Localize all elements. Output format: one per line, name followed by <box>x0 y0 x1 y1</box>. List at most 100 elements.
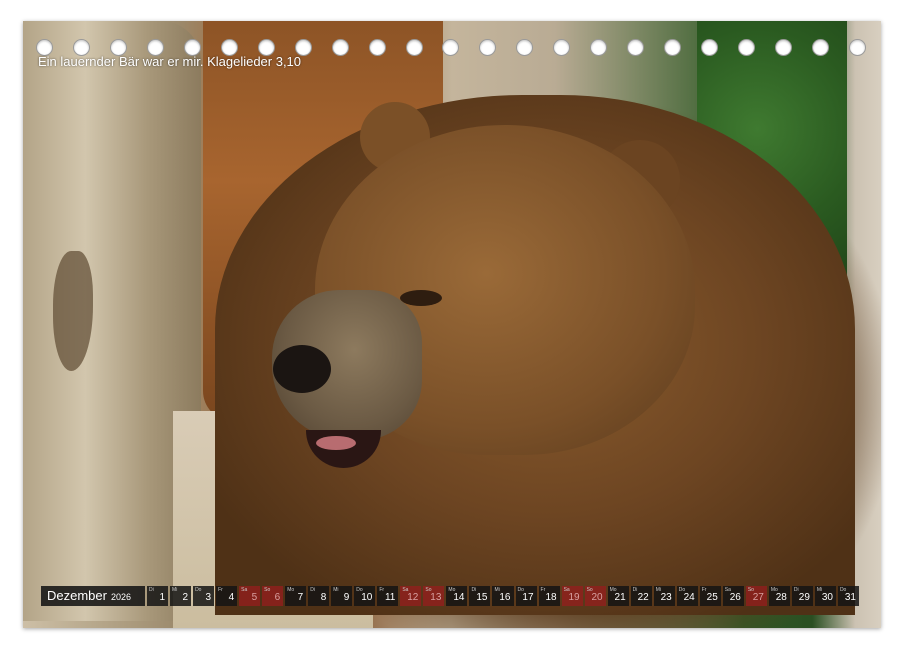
day-cell: So 6 <box>262 586 284 606</box>
day-cell: Fr 18 <box>538 586 560 606</box>
day-number: 15 <box>476 592 488 603</box>
day-number: 9 <box>343 592 350 603</box>
day-number: 23 <box>660 592 672 603</box>
day-cell: Mi 9 <box>331 586 353 606</box>
day-cell: Fr 25 <box>699 586 721 606</box>
weekday-label: Sa <box>241 587 248 593</box>
weekday-label: Do <box>839 587 847 593</box>
day-cell: Sa 12 <box>400 586 422 606</box>
day-number: 27 <box>752 592 764 603</box>
binding-hole <box>775 39 793 56</box>
binding-hole <box>331 39 349 56</box>
weekday-label: Do <box>356 587 363 593</box>
weekday-label: Do <box>678 587 686 593</box>
day-cell: Di 22 <box>630 586 652 606</box>
day-number: 1 <box>159 592 166 603</box>
binding-hole <box>812 39 830 56</box>
weekday-label: Mi <box>172 587 178 593</box>
weekday-label: Sa <box>402 587 409 593</box>
day-number: 11 <box>384 592 396 603</box>
day-cell: Mo 21 <box>607 586 629 606</box>
month-year: 2026 <box>110 592 131 602</box>
day-cell: Mi 23 <box>653 586 675 606</box>
weekday-label: So <box>586 587 593 593</box>
day-cell: Do 31 <box>837 586 859 606</box>
day-cell: Di 29 <box>791 586 813 606</box>
binding-hole <box>590 39 608 56</box>
bear-nose <box>273 345 331 393</box>
day-cell: Do 17 <box>515 586 537 606</box>
weekday-label: Do <box>517 587 524 593</box>
weekday-label: Sa <box>724 587 731 593</box>
day-cell: Do 3 <box>193 586 215 606</box>
weekday-label: Di <box>471 587 477 593</box>
day-cell: Sa 19 <box>561 586 583 606</box>
day-cell: So 20 <box>584 586 606 606</box>
calendar-strip: Dezember 2026 Di 1 Mi 2 Do 3 Fr 4 Sa 5 So 6 Mo 7 Di 8 Mi… <box>41 586 859 606</box>
binding-hole <box>701 39 719 56</box>
bear-eye <box>400 290 442 306</box>
weekday-label: Fr <box>218 587 223 593</box>
day-number: 30 <box>821 592 833 603</box>
day-number: 20 <box>591 592 603 603</box>
day-cell: Di 1 <box>147 586 169 606</box>
binding-hole <box>664 39 682 56</box>
weekday-label: Mi <box>655 587 661 593</box>
day-number: 5 <box>251 592 258 603</box>
photo-caption: Ein lauernder Bär war er mir. Klageliede… <box>38 54 302 69</box>
weekday-label: Mo <box>448 587 456 593</box>
weekday-label: Di <box>310 587 315 593</box>
weekday-label: Di <box>632 587 638 593</box>
weekday-label: Mo <box>609 587 617 593</box>
binding-hole <box>738 39 756 56</box>
day-number: 17 <box>522 592 534 603</box>
day-cell: Mo 14 <box>446 586 468 606</box>
weekday-label: So <box>264 587 271 593</box>
day-number: 6 <box>274 592 281 603</box>
day-cell: Do 10 <box>354 586 376 606</box>
day-cells: Di 1 Mi 2 Do 3 Fr 4 Sa 5 So 6 Mo 7 Di 8 Mi 9 Do 10 Fr 11 Sa 12 S… <box>147 586 859 606</box>
binding-hole <box>627 39 645 56</box>
day-number: 24 <box>683 592 695 603</box>
day-cell: Mo 28 <box>768 586 790 606</box>
weekday-label: Mi <box>816 587 823 593</box>
weekday-label: Di <box>149 587 154 593</box>
day-number: 22 <box>637 592 649 603</box>
day-number: 26 <box>729 592 741 603</box>
weekday-label: Mi <box>494 587 500 593</box>
weekday-label: Mo <box>770 587 778 593</box>
day-number: 19 <box>568 592 580 603</box>
day-number: 7 <box>297 592 304 603</box>
day-number: 25 <box>706 592 718 603</box>
day-cell: Sa 5 <box>239 586 261 606</box>
weekday-label: Fr <box>379 587 385 593</box>
day-cell: So 27 <box>745 586 767 606</box>
month-label: Dezember 2026 <box>41 586 145 606</box>
weekday-label: Sa <box>563 587 570 593</box>
month-name: Dezember <box>47 588 107 603</box>
weekday-label: Do <box>195 587 202 593</box>
day-cell: Di 15 <box>469 586 491 606</box>
weekday-label: Di <box>793 587 799 593</box>
day-number: 3 <box>205 592 212 603</box>
day-cell: Di 8 <box>308 586 330 606</box>
day-cell: Mi 30 <box>814 586 836 606</box>
day-cell: Sa 26 <box>722 586 744 606</box>
day-number: 31 <box>844 592 856 603</box>
binding-hole <box>442 39 460 56</box>
day-number: 12 <box>407 592 419 603</box>
day-number: 29 <box>798 592 810 603</box>
day-cell: Fr 4 <box>216 586 238 606</box>
day-cell: Mo 7 <box>285 586 307 606</box>
binding-hole <box>848 39 866 56</box>
binding-hole <box>479 39 497 56</box>
binding-hole <box>368 39 386 56</box>
binding-hole <box>553 39 571 56</box>
weekday-label: So <box>747 587 754 593</box>
day-number: 4 <box>228 592 235 603</box>
day-cell: Fr 11 <box>377 586 399 606</box>
weekday-label: Mi <box>333 587 339 593</box>
day-number: 18 <box>545 592 557 603</box>
weekday-label: So <box>425 587 432 593</box>
weekday-label: Mo <box>287 587 295 593</box>
